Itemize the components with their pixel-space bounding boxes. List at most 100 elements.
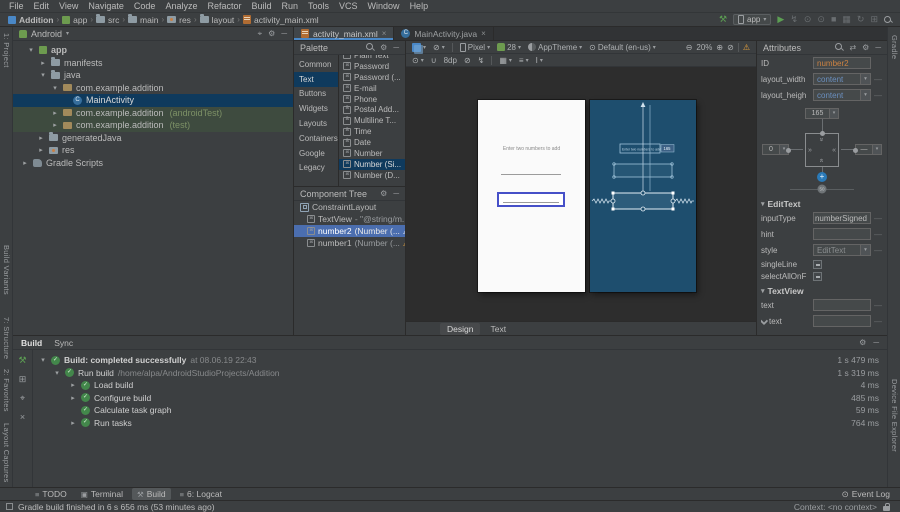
breadcrumb-project[interactable]: Addition bbox=[6, 15, 55, 25]
palette-item-number-signed[interactable]: Number (Si... bbox=[339, 158, 405, 170]
palette-item-postal[interactable]: Postal Add... bbox=[339, 104, 405, 115]
hide-panel-icon[interactable]: ─ bbox=[873, 338, 879, 347]
bottom-constraint-icon[interactable]: « bbox=[817, 159, 824, 163]
tab-design[interactable]: Design bbox=[440, 322, 481, 335]
component-constraintlayout[interactable]: ConstraintLayout bbox=[294, 201, 405, 213]
category-layouts[interactable]: Layouts bbox=[294, 116, 338, 131]
toolwindow-switcher-icon[interactable] bbox=[6, 503, 13, 510]
margin-right-dropdown[interactable]: — ▾ bbox=[855, 144, 882, 155]
tool-button-build-variants[interactable]: Build Variants bbox=[2, 245, 11, 295]
hide-panel-icon[interactable]: ─ bbox=[875, 43, 881, 52]
singleline-checkbox[interactable] bbox=[813, 259, 822, 269]
palette-item-password-numeric[interactable]: Password (... bbox=[339, 72, 405, 83]
tree-item-java[interactable]: ▾ java bbox=[13, 69, 293, 82]
category-containers[interactable]: Containers bbox=[294, 131, 338, 146]
category-buttons[interactable]: Buttons bbox=[294, 87, 338, 102]
const­raint-box[interactable]: » « » « bbox=[805, 133, 839, 167]
tree-item-app[interactable]: ▾ app bbox=[13, 44, 293, 57]
section-textview[interactable]: ▾ TextView bbox=[757, 284, 887, 297]
menu-tools[interactable]: Tools bbox=[303, 1, 334, 11]
sdk-manager-icon[interactable]: ⊞ bbox=[870, 14, 878, 25]
build-row-root[interactable]: ▾ ✓ Build: completed successfully at 08.06… bbox=[33, 354, 887, 367]
tree-item-generatedjava[interactable]: ▸ generatedJava bbox=[13, 132, 293, 145]
left-anchor[interactable] bbox=[786, 147, 791, 153]
search-icon[interactable] bbox=[835, 43, 843, 51]
build-row-run-build[interactable]: ▾ ✓ Run build/home/alpa/AndroidStudioProj… bbox=[33, 367, 887, 380]
sync-gradle-icon[interactable]: ↻ bbox=[857, 14, 865, 25]
tools-text-field[interactable] bbox=[813, 315, 871, 327]
menu-code[interactable]: Code bbox=[129, 1, 161, 11]
tool-button-build[interactable]: ⚒ Build bbox=[132, 488, 171, 500]
gear-icon[interactable]: ⚙ bbox=[862, 43, 869, 52]
hide-panel-icon[interactable]: ─ bbox=[393, 43, 399, 52]
search-icon[interactable] bbox=[366, 43, 374, 51]
align-selector[interactable]: ≡ ▾ bbox=[519, 56, 529, 65]
top-anchor[interactable] bbox=[819, 130, 825, 136]
debug-icon[interactable]: ⊙ bbox=[804, 14, 812, 25]
stop-icon[interactable]: ■ bbox=[831, 14, 836, 25]
menu-view[interactable]: View bbox=[54, 1, 83, 11]
theme-selector[interactable]: AppTheme ▾ bbox=[528, 43, 582, 52]
margin-top-dropdown[interactable]: 165 ▾ bbox=[805, 108, 839, 119]
palette-item-multiline[interactable]: Multiline T... bbox=[339, 115, 405, 126]
top-constraint-icon[interactable]: » bbox=[817, 138, 824, 142]
design-view-preview[interactable]: Enter two numbers to add bbox=[478, 100, 585, 292]
menu-help[interactable]: Help bbox=[405, 1, 434, 11]
close-icon[interactable]: × bbox=[20, 412, 25, 422]
orientation-selector[interactable]: ⊘ ▾ bbox=[433, 43, 445, 52]
gear-icon[interactable]: ⚙ bbox=[859, 338, 866, 347]
search-everywhere-icon[interactable] bbox=[884, 15, 892, 24]
pin-icon[interactable]: ⌖ bbox=[20, 393, 25, 404]
clear-constraints-button[interactable]: ⊘ bbox=[464, 56, 471, 65]
palette-item-date[interactable]: Date bbox=[339, 137, 405, 148]
guidelines-selector[interactable]: I ▾ bbox=[536, 56, 543, 65]
project-view-selector[interactable]: Android bbox=[31, 29, 62, 39]
preview-edittext-number1[interactable] bbox=[501, 174, 561, 175]
render-warning-icon[interactable]: ⚠ bbox=[743, 43, 750, 52]
category-text[interactable]: Text bbox=[294, 71, 338, 87]
category-common[interactable]: Common bbox=[294, 57, 338, 72]
zoom-fit-button[interactable]: ⊘ bbox=[727, 43, 734, 52]
tool-button-layout-captures[interactable]: Layout Captures bbox=[2, 423, 11, 483]
build-row-run-tasks[interactable]: ▸ ✓ Run tasks 764 ms bbox=[33, 417, 887, 430]
design-canvas[interactable]: Enter two numbers to add Enter two numbe… bbox=[406, 67, 756, 321]
tree-item-manifests[interactable]: ▸ manifests bbox=[13, 57, 293, 70]
tab-sync[interactable]: Sync bbox=[54, 338, 73, 348]
device-selector[interactable]: Pixel ▾ bbox=[459, 42, 490, 52]
menu-run[interactable]: Run bbox=[277, 1, 304, 11]
tool-button-gradle[interactable]: Gradle bbox=[890, 35, 899, 59]
tree-item-mainactivity[interactable]: MainActivity bbox=[13, 94, 293, 107]
tab-activity-main-xml[interactable]: activity_main.xml × bbox=[294, 27, 395, 40]
tool-button-device-file-explorer[interactable]: Device File Explorer bbox=[890, 379, 899, 452]
run-config-selector[interactable]: app ▾ bbox=[733, 14, 772, 25]
right-constraint-icon[interactable]: « bbox=[832, 147, 836, 154]
hide-panel-icon[interactable]: ─ bbox=[393, 189, 399, 198]
avd-manager-icon[interactable]: ▦ bbox=[842, 14, 851, 25]
inputtype-field[interactable]: numberSigned bbox=[813, 212, 871, 224]
locale-selector[interactable]: ⊙ Default (en-us) ▾ bbox=[589, 43, 656, 52]
tool-button-logcat[interactable]: ≡ 6: Logcat bbox=[175, 488, 227, 500]
infer-constraints-button[interactable]: ↯ bbox=[478, 56, 485, 65]
menu-analyze[interactable]: Analyze bbox=[160, 1, 202, 11]
menu-navigate[interactable]: Navigate bbox=[83, 1, 129, 11]
context-indicator[interactable]: Context: <no context> bbox=[794, 502, 877, 512]
text-field[interactable] bbox=[813, 299, 871, 311]
tab-build-output[interactable]: Build bbox=[21, 338, 42, 348]
blueprint-view-preview[interactable]: Enter two numbers to add 165 bbox=[590, 100, 696, 292]
locate-file-icon[interactable]: ⌖ bbox=[258, 29, 263, 39]
build-hammer-icon[interactable]: ⚒ bbox=[719, 14, 727, 25]
tool-button-project[interactable]: 1: Project bbox=[2, 33, 11, 68]
palette-item-time[interactable]: Time bbox=[339, 126, 405, 137]
section-edittext[interactable]: ▾ EditText bbox=[757, 197, 887, 210]
selectall-checkbox[interactable] bbox=[813, 271, 822, 281]
tree-item-package-androidtest[interactable]: ▸ com.example.addition (androidTest) bbox=[13, 106, 293, 119]
tree-item-res[interactable]: ▸ res bbox=[13, 144, 293, 157]
zoom-out-button[interactable]: ⊖ bbox=[686, 43, 693, 52]
gear-icon[interactable]: ⚙ bbox=[380, 43, 387, 52]
margin-left-dropdown[interactable]: 0 ▾ bbox=[762, 144, 789, 155]
breadcrumb-layout[interactable]: layout bbox=[198, 14, 237, 25]
gear-icon[interactable]: ⚙ bbox=[268, 29, 275, 39]
export-icon[interactable]: ⊞ bbox=[19, 374, 27, 385]
hint-field[interactable] bbox=[813, 228, 871, 240]
category-legacy[interactable]: Legacy bbox=[294, 161, 338, 176]
